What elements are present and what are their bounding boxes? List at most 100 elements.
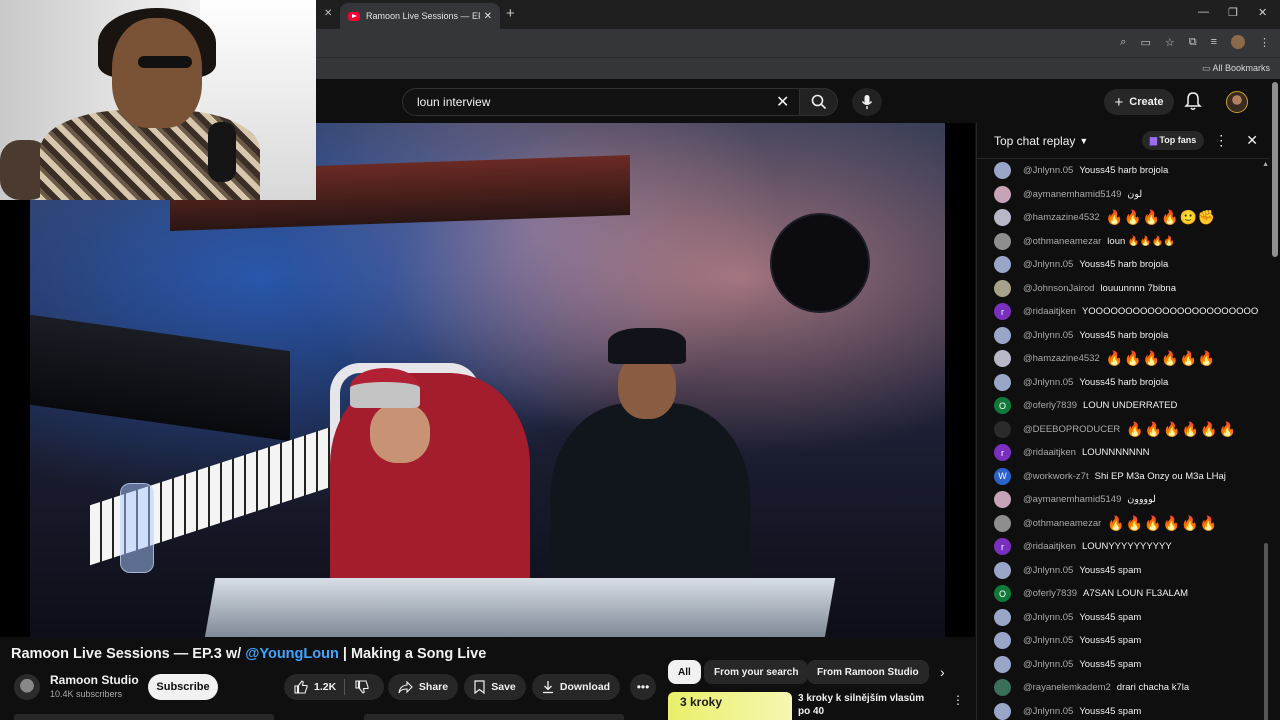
cast-icon[interactable]: ▭ bbox=[1140, 36, 1150, 49]
extensions-icon[interactable]: ⧉ bbox=[1189, 36, 1197, 49]
tab-close-icon[interactable]: ✕ bbox=[484, 11, 492, 22]
chat-author-avatar[interactable]: O bbox=[994, 585, 1011, 603]
clear-search-icon[interactable]: ✕ bbox=[776, 92, 789, 112]
chat-author-name[interactable]: @JohnsonJairod bbox=[1023, 283, 1094, 294]
chat-author-name[interactable]: @ridaaitjken bbox=[1023, 541, 1076, 552]
download-button[interactable]: Download bbox=[532, 674, 620, 700]
chat-author-name[interactable]: @Jnlynn.05 bbox=[1023, 659, 1073, 670]
chat-close-icon[interactable]: ✕ bbox=[1246, 132, 1258, 149]
share-button[interactable]: Share bbox=[388, 674, 458, 700]
subscribe-button[interactable]: Subscribe bbox=[148, 674, 218, 700]
channel-avatar[interactable] bbox=[14, 674, 40, 700]
minimize-button[interactable]: — bbox=[1198, 6, 1209, 18]
chat-author-name[interactable]: @Jnlynn.05 bbox=[1023, 165, 1073, 176]
chat-author-avatar[interactable] bbox=[994, 232, 1011, 250]
chat-author-avatar[interactable] bbox=[994, 162, 1011, 180]
maximize-button[interactable]: ❐ bbox=[1228, 6, 1238, 19]
browser-menu-icon[interactable]: ⋮ bbox=[1259, 36, 1270, 49]
search-button[interactable] bbox=[800, 88, 838, 116]
video-player[interactable] bbox=[0, 123, 975, 637]
chat-messages: @Jnlynn.05 Youss45 harb brojola @aymanemha… bbox=[977, 159, 1270, 720]
chat-scrollbar[interactable] bbox=[1264, 543, 1268, 720]
chat-author-avatar[interactable] bbox=[994, 350, 1011, 368]
bookmark-star-icon[interactable]: ☆ bbox=[1165, 36, 1175, 49]
chat-message-text: drari chacha k7la bbox=[1116, 682, 1190, 694]
chat-author-avatar[interactable] bbox=[994, 514, 1011, 532]
chat-author-avatar[interactable] bbox=[994, 420, 1011, 438]
chip-all[interactable]: All bbox=[668, 660, 701, 684]
chat-author-name[interactable]: @Jnlynn.05 bbox=[1023, 259, 1073, 270]
chat-author-avatar[interactable]: O bbox=[994, 397, 1011, 415]
chat-message: r @ridaaitjken LOUNNNNNNN bbox=[977, 441, 1270, 465]
chevron-down-icon[interactable]: ▼ bbox=[1079, 136, 1088, 146]
search-input[interactable]: loun interview bbox=[402, 88, 800, 116]
chip-from-your-search[interactable]: From your search bbox=[704, 660, 809, 684]
dislike-button[interactable] bbox=[355, 680, 369, 699]
chat-author-avatar[interactable] bbox=[994, 185, 1011, 203]
zoom-icon[interactable]: ⌕ bbox=[1120, 36, 1126, 49]
chat-author-avatar[interactable] bbox=[994, 702, 1011, 720]
top-fans-button[interactable]: Top fans bbox=[1142, 131, 1205, 150]
recommendation-menu-icon[interactable]: ⋮ bbox=[952, 693, 964, 707]
chat-author-name[interactable]: @Jnlynn.05 bbox=[1023, 377, 1073, 388]
chat-author-name[interactable]: @ridaaitjken bbox=[1023, 447, 1076, 458]
chat-author-name[interactable]: @aymanemhamid5149 bbox=[1023, 494, 1121, 505]
chat-author-name[interactable]: @hamzazine4532 bbox=[1023, 212, 1100, 223]
chat-author-avatar[interactable]: r bbox=[994, 303, 1011, 321]
chat-author-name[interactable]: @DEEBOPRODUCER bbox=[1023, 424, 1120, 435]
page-scrollbar[interactable] bbox=[1272, 82, 1278, 257]
save-button[interactable]: Save bbox=[464, 674, 526, 700]
media-controls-icon[interactable]: ≡ bbox=[1211, 36, 1217, 48]
chat-author-avatar[interactable] bbox=[994, 491, 1011, 509]
chat-author-name[interactable]: @Jnlynn.05 bbox=[1023, 706, 1073, 717]
account-avatar[interactable] bbox=[1226, 91, 1248, 113]
chat-author-avatar[interactable] bbox=[994, 679, 1011, 697]
chat-scroll-up-icon[interactable]: ▲ bbox=[1262, 161, 1269, 168]
chat-author-avatar[interactable] bbox=[994, 561, 1011, 579]
create-button[interactable]: + Create bbox=[1104, 89, 1174, 115]
chat-author-name[interactable]: @Jnlynn.05 bbox=[1023, 330, 1073, 341]
chat-author-name[interactable]: @oferly7839 bbox=[1023, 400, 1077, 411]
recommendation-title[interactable]: 3 kroky k silnějším vlasům po 40 bbox=[798, 692, 938, 718]
chat-author-avatar[interactable] bbox=[994, 279, 1011, 297]
voice-search-button[interactable] bbox=[852, 88, 882, 116]
browser-tab-active[interactable]: Ramoon Live Sessions — EP.3 w ✕ bbox=[340, 3, 500, 29]
channel-name[interactable]: Ramoon Studio bbox=[50, 673, 139, 687]
chat-mode-selector[interactable]: Top chat replay bbox=[994, 134, 1075, 148]
more-actions-button[interactable]: ••• bbox=[630, 674, 656, 700]
mention-link[interactable]: @YoungLoun bbox=[245, 646, 339, 662]
chat-author-name[interactable]: @aymanemhamid5149 bbox=[1023, 189, 1121, 200]
chat-author-name[interactable]: @othmaneamezar bbox=[1023, 236, 1101, 247]
chat-more-icon[interactable]: ⋮ bbox=[1214, 132, 1228, 149]
chat-author-avatar[interactable] bbox=[994, 256, 1011, 274]
chat-author-avatar[interactable] bbox=[994, 655, 1011, 673]
chat-author-avatar[interactable]: r bbox=[994, 444, 1011, 462]
chevron-right-icon[interactable]: › bbox=[940, 664, 945, 680]
new-tab-button[interactable]: + bbox=[506, 5, 515, 22]
profile-avatar[interactable] bbox=[1231, 35, 1245, 49]
recommendation-thumbnail[interactable]: 3 kroky bbox=[668, 692, 792, 720]
chat-author-avatar[interactable]: r bbox=[994, 538, 1011, 556]
chat-author-avatar[interactable] bbox=[994, 326, 1011, 344]
chat-author-name[interactable]: @Jnlynn.05 bbox=[1023, 612, 1073, 623]
chip-from-ramoon-studio[interactable]: From Ramoon Studio bbox=[807, 660, 929, 684]
notifications-button[interactable] bbox=[1184, 91, 1202, 116]
chat-author-avatar[interactable] bbox=[994, 608, 1011, 626]
chat-author-name[interactable]: @rayanelemkadem2 bbox=[1023, 682, 1111, 693]
chat-author-avatar[interactable] bbox=[994, 373, 1011, 391]
chat-author-name[interactable]: @hamzazine4532 bbox=[1023, 353, 1100, 364]
chat-message: @aymanemhamid5149 لوووون bbox=[977, 488, 1270, 512]
chat-author-avatar[interactable] bbox=[994, 209, 1011, 227]
chat-author-name[interactable]: @ridaaitjken bbox=[1023, 306, 1076, 317]
chat-author-name[interactable]: @Jnlynn.05 bbox=[1023, 635, 1073, 646]
like-button[interactable]: 1.2K bbox=[294, 680, 336, 694]
chat-author-avatar[interactable] bbox=[994, 632, 1011, 650]
chat-author-name[interactable]: @workwork-z7t bbox=[1023, 471, 1089, 482]
prev-tab-close-icon[interactable]: ✕ bbox=[324, 8, 332, 19]
all-bookmarks-button[interactable]: All Bookmarks bbox=[1202, 63, 1270, 74]
chat-author-name[interactable]: @Jnlynn.05 bbox=[1023, 565, 1073, 576]
close-window-button[interactable]: ✕ bbox=[1258, 6, 1267, 19]
chat-author-name[interactable]: @oferly7839 bbox=[1023, 588, 1077, 599]
chat-author-avatar[interactable]: W bbox=[994, 467, 1011, 485]
chat-author-name[interactable]: @othmaneamezar bbox=[1023, 518, 1101, 529]
